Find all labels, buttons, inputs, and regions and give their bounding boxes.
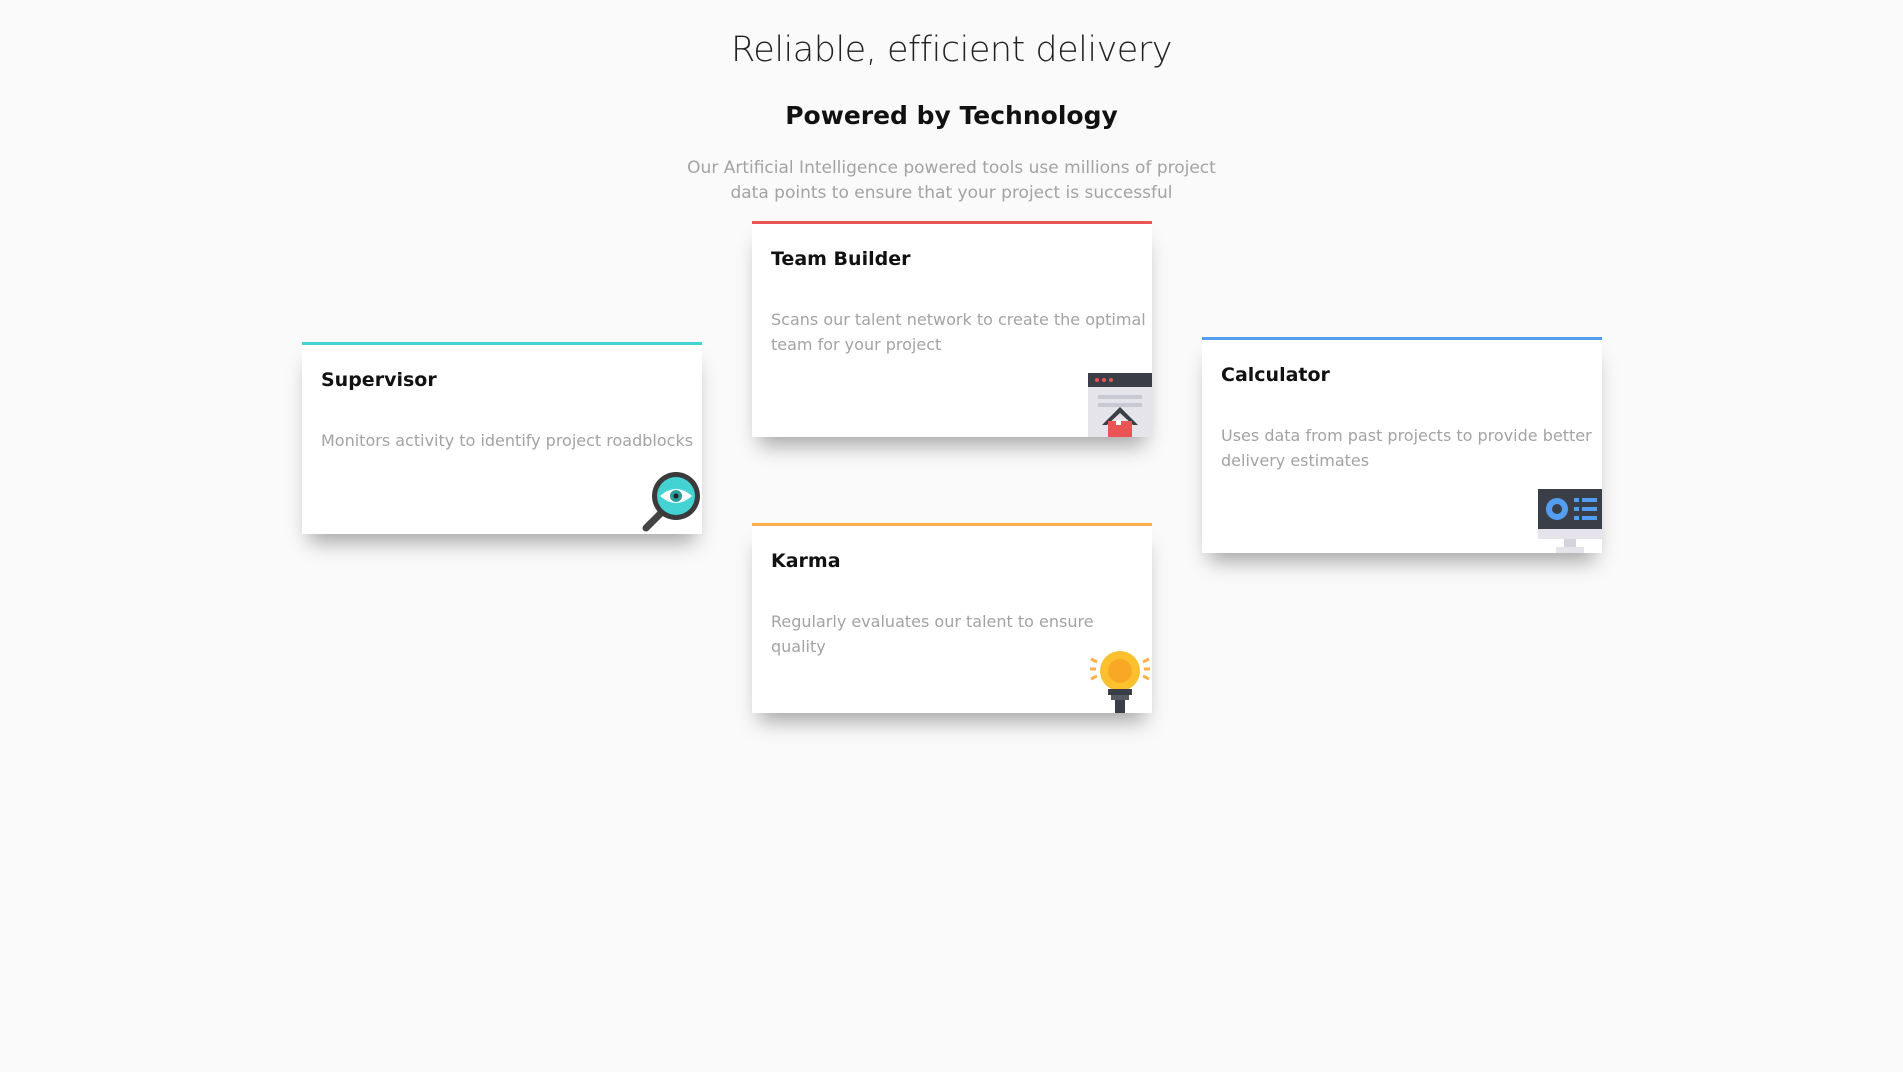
card-team-builder: Team Builder Scans our talent network to… bbox=[752, 221, 1152, 437]
page-subtitle: Powered by Technology bbox=[785, 101, 1118, 130]
calculator-monitor-icon bbox=[1538, 489, 1602, 553]
intro-text: Our Artificial Intelligence powered tool… bbox=[687, 158, 1216, 203]
page: Reliable, efficient delivery Powered by … bbox=[0, 0, 1903, 1072]
card-description: Monitors activity to identify project ro… bbox=[321, 431, 694, 450]
supervisor-magnifier-eye-icon bbox=[642, 472, 700, 532]
karma-lightbulb-icon bbox=[1090, 651, 1150, 713]
card-title: Karma bbox=[771, 550, 841, 572]
card-supervisor: Supervisor Monitors activity to identify… bbox=[302, 342, 702, 534]
card-calculator: Calculator Uses data from past projects … bbox=[1202, 337, 1602, 553]
card-description: Scans our talent network to create the o… bbox=[771, 310, 1146, 354]
card-karma: Karma Regularly evaluates our talent to … bbox=[752, 523, 1152, 713]
card-title: Calculator bbox=[1221, 364, 1330, 386]
team-builder-house-window-icon bbox=[1088, 373, 1152, 437]
card-title: Supervisor bbox=[321, 369, 437, 391]
card-description: Uses data from past projects to provide … bbox=[1221, 426, 1592, 470]
card-title: Team Builder bbox=[771, 248, 911, 270]
page-title: Reliable, efficient delivery bbox=[731, 30, 1172, 70]
